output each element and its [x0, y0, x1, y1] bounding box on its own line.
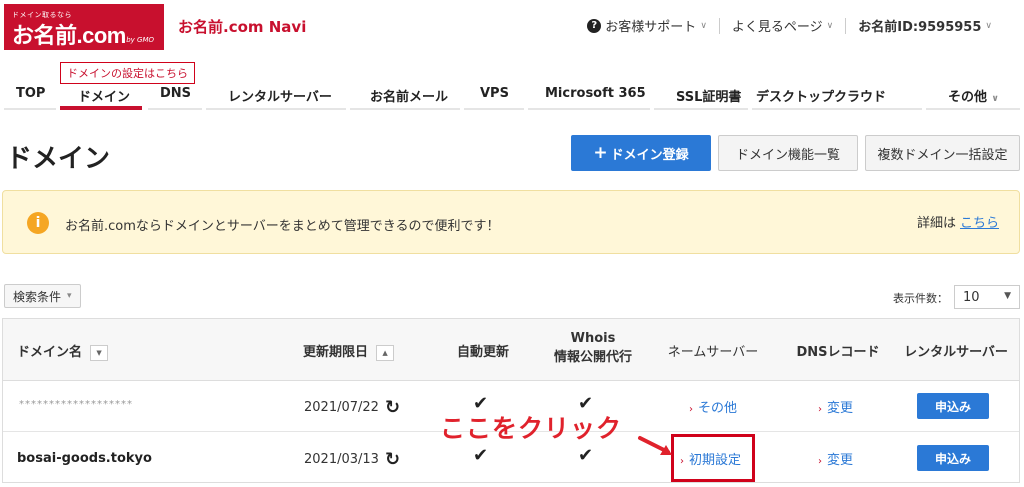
faq-label: よく見るページ: [731, 20, 823, 35]
col-auto-renew: 自動更新: [456, 345, 509, 360]
nav-item-rental-server[interactable]: レンタルサーバー: [228, 86, 332, 105]
sort-domain-button[interactable]: ▼: [90, 344, 109, 361]
domain-tooltip: ドメインの設定はこちら: [60, 62, 195, 84]
nav-divider: [206, 108, 346, 110]
logo-gmo: by GMO: [126, 36, 154, 44]
sort-expiry-button[interactable]: ▲: [376, 344, 395, 361]
notice-text: お名前.comならドメインとサーバーをまとめて管理できるので便利です！: [65, 219, 500, 234]
support-label: お客様サポート: [605, 20, 697, 35]
nav-divider: [464, 108, 524, 110]
col-domain-label: ドメイン名: [17, 345, 83, 360]
dns-change-label: 変更: [827, 401, 854, 416]
nav-item-ssl[interactable]: SSL証明書: [676, 86, 741, 105]
nav-divider: [926, 108, 1020, 110]
dns-change-label: 変更: [827, 453, 854, 468]
expiry-date-text: 2021/07/22: [304, 400, 379, 415]
expiry-date: 2021/07/22 ↻: [304, 397, 400, 418]
table-header: ドメイン名 ▼ 更新期限日 ▲ 自動更新 Whois 情報公開代行 ネームサーバー …: [3, 319, 1019, 381]
question-icon: ?: [587, 18, 602, 33]
nav-divider: [654, 108, 748, 110]
domain-name[interactable]: *******************: [19, 399, 133, 410]
faq-menu[interactable]: よく見るページ ∨: [720, 16, 845, 35]
chevron-down-icon: ∨: [700, 20, 707, 31]
nav-item-desktop-cloud[interactable]: デスクトップクラウド: [756, 86, 886, 105]
nav-item-microsoft365[interactable]: Microsoft 365: [545, 86, 646, 101]
search-conditions-label: 検索条件: [13, 289, 62, 304]
bulk-settings-button[interactable]: 複数ドメイン一括設定: [865, 135, 1020, 171]
per-page-select[interactable]: 10 ▼: [954, 285, 1020, 309]
page-title: ドメイン: [6, 144, 111, 174]
info-icon: i: [27, 212, 49, 234]
annotation-highlight-box: [671, 434, 755, 482]
user-id-menu[interactable]: お名前ID:9595955 ∨: [846, 16, 1004, 35]
col-expiry-label: 更新期限日: [303, 345, 369, 360]
chevron-down-icon: ∨: [991, 94, 999, 104]
col-rental-server: レンタルサーバー: [904, 345, 1008, 360]
chevron-right-icon: ›: [689, 404, 693, 415]
logo-brand: お名前.com: [12, 23, 126, 48]
caret-down-icon: ▼: [1004, 291, 1011, 301]
chevron-down-icon: ∨: [985, 20, 992, 31]
per-page-label: 表示件数：: [893, 292, 948, 305]
col-domain: ドメイン名 ▼: [17, 341, 109, 361]
col-dns: DNSレコード: [796, 345, 880, 360]
nameserver-link-label: その他: [698, 401, 738, 416]
col-whois: Whois 情報公開代行: [538, 331, 648, 365]
nav-item-domain[interactable]: ドメイン: [78, 86, 130, 105]
top-header: ドメイン取るなら お名前.com by GMO お名前.com Navi ? お…: [0, 0, 1024, 52]
user-id: お名前ID:9595955: [858, 20, 982, 35]
nav-item-mail[interactable]: お名前メール: [370, 86, 448, 105]
search-conditions-button[interactable]: 検索条件 ▾: [4, 284, 81, 308]
nav-divider: [752, 108, 922, 110]
expiry-date-text: 2021/03/13: [304, 452, 379, 467]
nameserver-link[interactable]: › その他: [689, 397, 737, 416]
main-nav: TOP ドメイン DNS レンタルサーバー お名前メール VPS Microso…: [0, 82, 1024, 112]
nav-active-indicator: [60, 106, 142, 110]
nav-divider: [4, 108, 56, 110]
nav-item-other[interactable]: その他 ∨: [948, 86, 999, 105]
nav-other-label: その他: [948, 90, 988, 105]
domain-register-button[interactable]: + ドメイン登録: [571, 135, 711, 171]
support-menu[interactable]: ? お客様サポート ∨: [575, 16, 719, 35]
auto-renew-icon: ↻: [384, 449, 401, 470]
caret-down-icon: ▾: [67, 291, 72, 301]
auto-renew-icon: ↻: [384, 397, 401, 418]
dns-change-link[interactable]: › 変更: [818, 397, 853, 416]
col-whois-line1: Whois: [570, 331, 616, 346]
notice-detail-label: 詳細は: [916, 216, 956, 231]
site-name[interactable]: お名前.com Navi: [178, 16, 306, 37]
expiry-date: 2021/03/13 ↻: [304, 449, 400, 470]
nav-divider: [528, 108, 650, 110]
chevron-right-icon: ›: [818, 456, 822, 467]
notice-detail: 詳細は こちら: [917, 212, 999, 231]
nav-item-top[interactable]: TOP: [16, 86, 45, 101]
domain-name[interactable]: bosai-goods.tokyo: [17, 451, 152, 466]
info-notice: i お名前.comならドメインとサーバーをまとめて管理できるので便利です！ 詳細…: [2, 190, 1020, 254]
col-nameserver: ネームサーバー: [667, 345, 759, 360]
header-right-menu: ? お客様サポート ∨ よく見るページ ∨ お名前ID:9595955 ∨: [575, 16, 1004, 35]
nav-item-vps[interactable]: VPS: [480, 86, 509, 101]
domain-features-button[interactable]: ドメイン機能一覧: [718, 135, 858, 171]
notice-detail-link[interactable]: こちら: [960, 216, 999, 231]
onamae-logo[interactable]: ドメイン取るなら お名前.com by GMO: [4, 4, 164, 50]
nav-divider: [350, 108, 460, 110]
col-expiry: 更新期限日 ▲: [303, 341, 395, 361]
chevron-right-icon: ›: [818, 404, 822, 415]
domain-table: ドメイン名 ▼ 更新期限日 ▲ 自動更新 Whois 情報公開代行 ネームサーバー …: [2, 318, 1020, 483]
dns-change-link[interactable]: › 変更: [818, 449, 853, 468]
auto-renew-check-icon: ✔: [473, 445, 489, 466]
nav-item-dns[interactable]: DNS: [160, 86, 191, 101]
domain-register-label: ドメイン登録: [610, 147, 689, 163]
server-apply-button[interactable]: 申込み: [917, 393, 989, 419]
server-apply-button[interactable]: 申込み: [917, 445, 989, 471]
per-page-value: 10: [963, 289, 980, 305]
plus-icon: +: [593, 143, 608, 163]
whois-check-icon: ✔: [578, 445, 594, 466]
annotation-text: ここをクリック: [440, 414, 623, 443]
chevron-down-icon: ∨: [826, 20, 834, 31]
col-whois-line2: 情報公開代行: [553, 350, 632, 365]
nav-divider: [148, 108, 202, 110]
